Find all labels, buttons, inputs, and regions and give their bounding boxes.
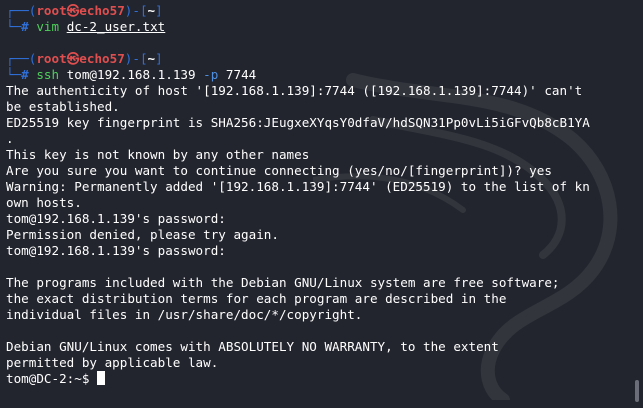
output-line: .: [6, 131, 14, 146]
output-line: the exact distribution terms for each pr…: [6, 291, 507, 306]
prompt-cwd: ~: [147, 3, 156, 18]
command-target: tom@192.168.1.139: [59, 67, 204, 82]
prompt-frame-bottom: └─: [6, 19, 22, 34]
terminal-window[interactable]: ┌──(root㉿echo57)-[~] └─# vim dc-2_user.t…: [0, 0, 643, 408]
command-argument-file[interactable]: dc-2_user.txt: [67, 19, 166, 34]
output-line: The authenticity of host '[192.168.1.139…: [6, 83, 583, 98]
prompt-bracket-open: )-[: [124, 51, 148, 66]
prompt-hash: #: [21, 19, 37, 34]
prompt-2-command-line: └─# ssh tom@192.168.1.139 -p 7744: [6, 67, 643, 83]
output-line: ED25519 key fingerprint is SHA256:JEugxe…: [6, 115, 590, 130]
prompt-frame-bottom: └─: [6, 67, 22, 82]
prompt-separator-symbol: ㉿: [66, 51, 80, 66]
prompt-1-command-line: └─# vim dc-2_user.txt: [6, 19, 643, 35]
prompt-frame-top: ┌──(: [6, 3, 37, 18]
prompt-user: root: [36, 51, 67, 66]
output-line: Warning: Permanently added '[192.168.1.1…: [6, 179, 590, 194]
prompt-frame-top: ┌──(: [6, 51, 37, 66]
output-line: The programs included with the Debian GN…: [6, 275, 560, 290]
prompt-bracket-close: ]: [155, 51, 163, 66]
prompt-bracket-open: )-[: [124, 3, 148, 18]
prompt-host: echo57: [79, 3, 125, 18]
output-line: be established.: [6, 99, 120, 114]
prompt-hash: #: [21, 67, 37, 82]
output-line: own hosts.: [6, 195, 82, 210]
remote-shell-prompt: tom@DC-2:~$: [6, 371, 97, 386]
text-cursor: [97, 371, 105, 385]
output-line: Debian GNU/Linux comes with ABSOLUTELY N…: [6, 339, 499, 354]
remote-shell-prompt-line[interactable]: tom@DC-2:~$: [6, 371, 643, 387]
prompt-host: echo57: [79, 51, 125, 66]
output-line: tom@192.168.1.139's password:: [6, 243, 234, 258]
prompt-bracket-close: ]: [155, 3, 163, 18]
scrollbar-thumb[interactable]: [635, 380, 639, 402]
prompt-1-header: ┌──(root㉿echo57)-[~]: [6, 3, 643, 19]
output-line: tom@192.168.1.139's password:: [6, 211, 234, 226]
output-line: This key is not known by any other names: [6, 147, 310, 162]
output-line: permitted by applicable law.: [6, 355, 219, 370]
prompt-2-header: ┌──(root㉿echo57)-[~]: [6, 51, 643, 67]
command-flag: -p: [203, 67, 219, 82]
command-port: 7744: [218, 67, 257, 82]
output-line: individual files in /usr/share/doc/*/cop…: [6, 307, 363, 322]
prompt-cwd: ~: [147, 51, 156, 66]
output-line: Permission denied, please try again.: [6, 227, 279, 242]
command-name: vim: [36, 19, 60, 34]
prompt-user: root: [36, 3, 67, 18]
prompt-separator-symbol: ㉿: [66, 3, 80, 18]
output-line: Are you sure you want to continue connec…: [6, 163, 552, 178]
command-name: ssh: [36, 67, 60, 82]
